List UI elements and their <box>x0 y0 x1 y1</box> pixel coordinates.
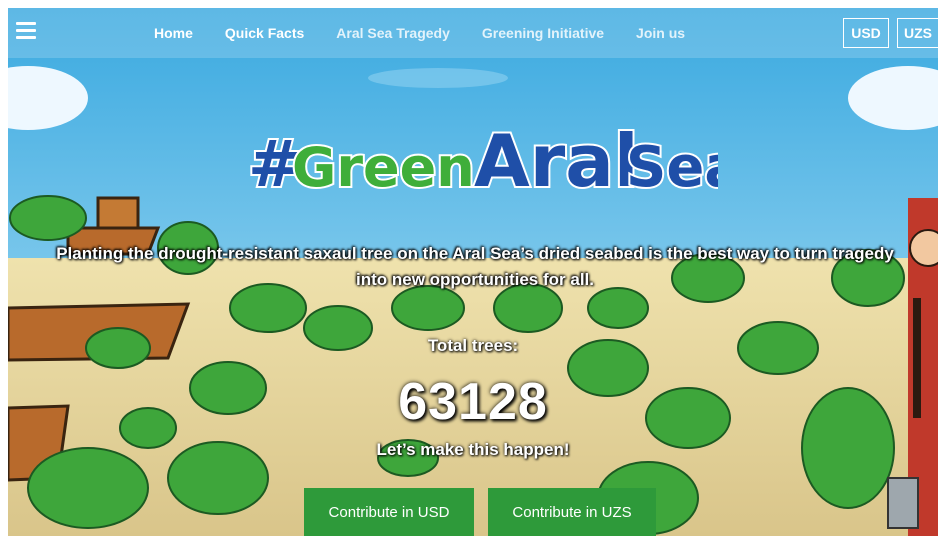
total-trees-count: 63128 <box>398 373 548 431</box>
tagline-line-2: into new opportunities for all. <box>356 270 594 289</box>
total-trees-label: Total trees: <box>427 336 519 355</box>
contribute-uzs-button[interactable]: Contribute in UZS <box>488 488 656 536</box>
nav-join-us-link[interactable]: Join us <box>636 25 685 41</box>
svg-text:Aral: Aral <box>474 119 639 203</box>
currency-uzs-button[interactable]: UZS <box>897 18 938 48</box>
hamburger-menu-icon[interactable] <box>16 22 36 40</box>
page-frame: Home Quick Facts Aral Sea Tragedy Greeni… <box>8 8 938 536</box>
green-aral-sea-logo: # Green Aral Sea <box>248 117 718 205</box>
nav-greening-initiative-link[interactable]: Greening Initiative <box>482 25 604 41</box>
hero-tagline: Planting the drought-resistant saxaul tr… <box>20 241 930 293</box>
currency-usd-button[interactable]: USD <box>843 18 889 48</box>
tagline-line-1: Planting the drought-resistant saxaul tr… <box>56 244 894 263</box>
nav-home-link[interactable]: Home <box>154 25 193 41</box>
call-to-action-text: Let’s make this happen! <box>376 440 570 459</box>
svg-text:Green: Green <box>292 136 475 199</box>
nav-aral-sea-tragedy-link[interactable]: Aral Sea Tragedy <box>336 25 450 41</box>
svg-text:Sea: Sea <box>626 135 718 200</box>
top-navigation: Home Quick Facts Aral Sea Tragedy Greeni… <box>8 8 938 58</box>
contribute-usd-button[interactable]: Contribute in USD <box>304 488 474 536</box>
nav-menu: Home Quick Facts Aral Sea Tragedy Greeni… <box>154 8 717 58</box>
nav-quick-facts-link[interactable]: Quick Facts <box>225 25 304 41</box>
